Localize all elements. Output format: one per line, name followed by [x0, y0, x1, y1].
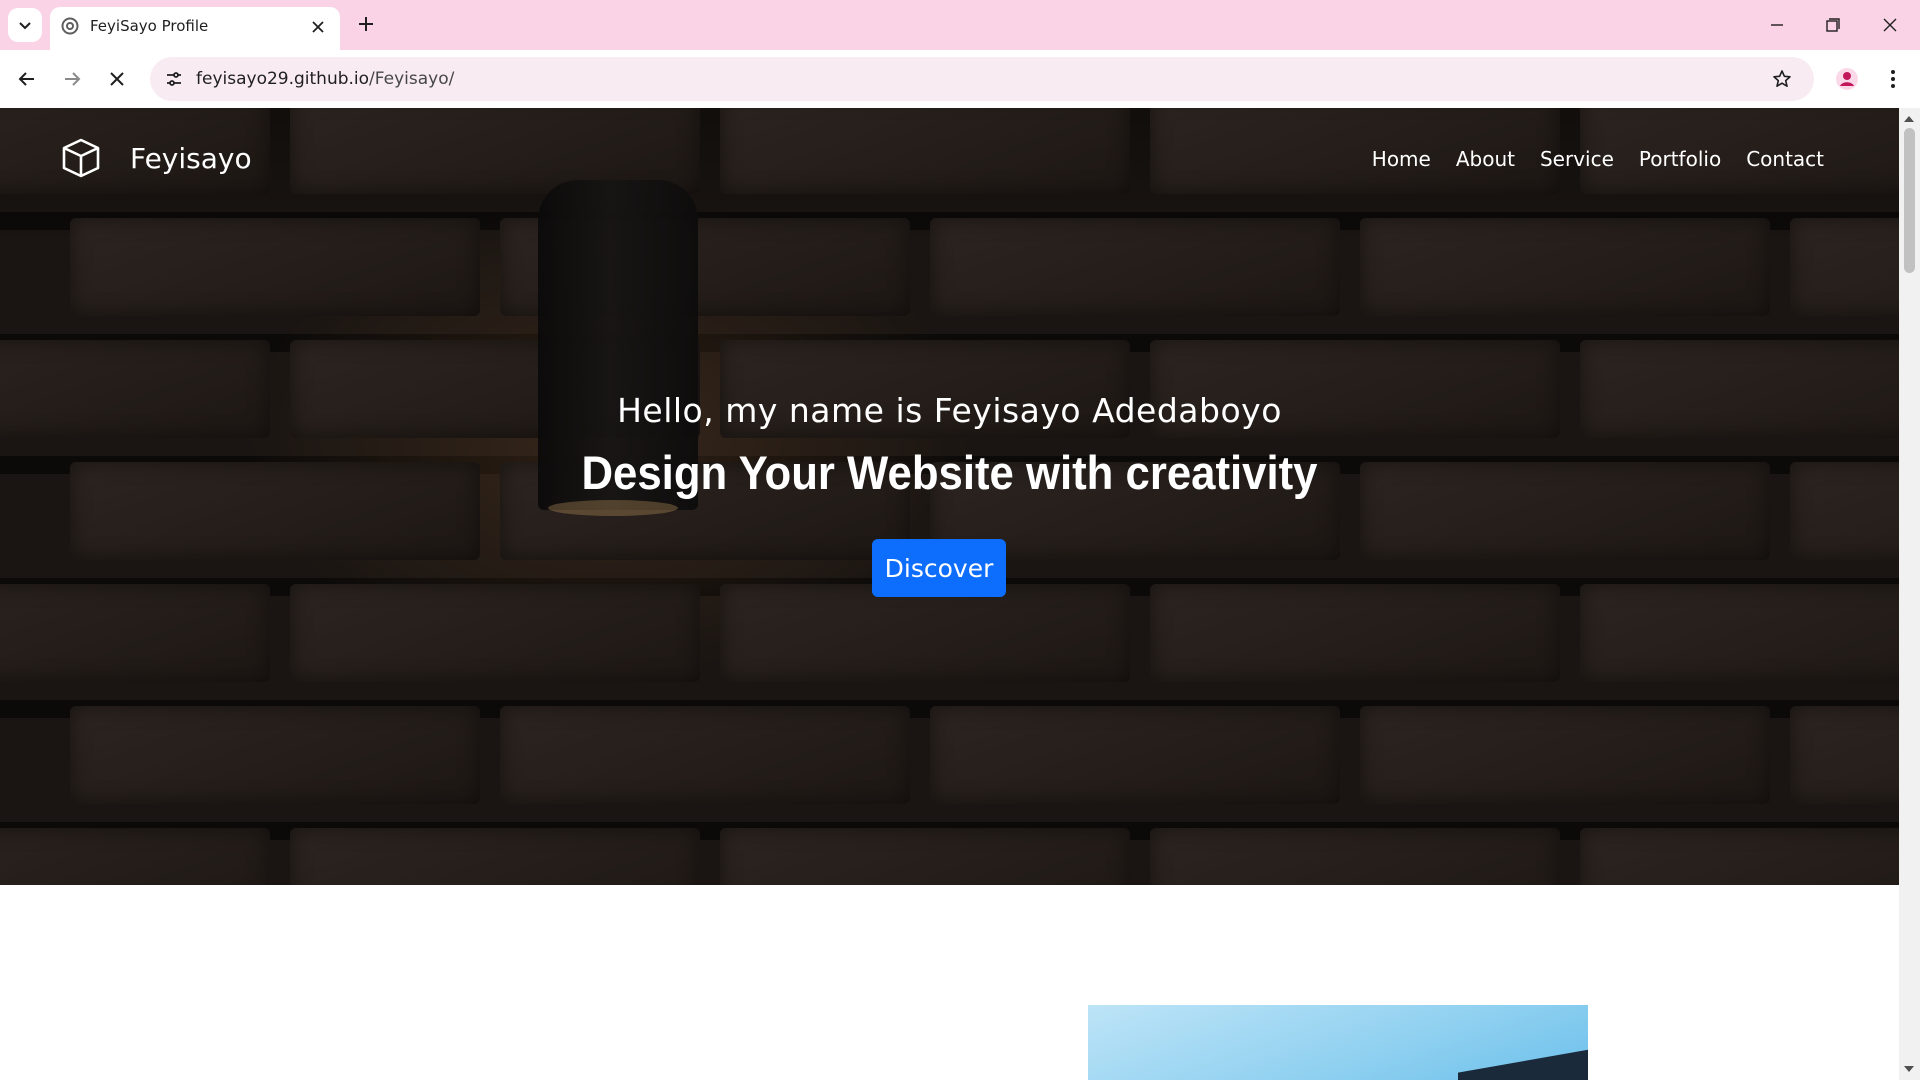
hero-title: Design Your Website with creativity: [581, 446, 1318, 499]
forward-arrow-icon: [65, 72, 81, 86]
brick: [1360, 218, 1770, 316]
brick: [290, 828, 700, 885]
about-image: [1088, 1005, 1588, 1080]
lamp-glow: [548, 500, 678, 516]
bookmark-button[interactable]: [1768, 65, 1796, 93]
url-path: /Feyisayo/: [369, 69, 455, 89]
discover-button[interactable]: Discover: [872, 539, 1006, 597]
close-icon: [312, 21, 324, 33]
nav-contact[interactable]: Contact: [1746, 147, 1824, 171]
cube-logo-icon[interactable]: [60, 137, 102, 179]
hero-section: Feyisayo Home About Service Portfolio Co…: [0, 108, 1899, 885]
minimize-button[interactable]: [1762, 10, 1792, 40]
brick: [720, 828, 1130, 885]
tab-title: FeyiSayo Profile: [90, 17, 209, 35]
brick: [1360, 706, 1770, 804]
page-scrollbar[interactable]: [1899, 108, 1920, 1080]
window-close-button[interactable]: [1875, 10, 1905, 40]
minimize-icon: [1771, 24, 1783, 26]
browser-toolbar: feyisayo29.github.io/Feyisayo/: [0, 50, 1920, 108]
brick: [930, 706, 1340, 804]
brick: [1580, 584, 1899, 682]
site-navbar: Feyisayo Home About Service Portfolio Co…: [0, 108, 1899, 208]
kebab-menu-icon: [1891, 70, 1895, 88]
brick: [1580, 828, 1899, 885]
plus-icon: [359, 17, 373, 31]
tab-search-button[interactable]: [8, 8, 42, 42]
brick: [1150, 828, 1560, 885]
brick: [0, 828, 270, 885]
page-viewport: Feyisayo Home About Service Portfolio Co…: [0, 108, 1899, 1080]
back-button[interactable]: [10, 62, 44, 96]
brick: [500, 706, 910, 804]
brick-row: [0, 822, 1899, 885]
new-tab-button[interactable]: [353, 11, 379, 37]
nav-service[interactable]: Service: [1540, 147, 1614, 171]
profile-icon: [1836, 68, 1858, 90]
restore-icon: [1826, 18, 1840, 32]
site-info-button[interactable]: [160, 65, 188, 93]
brick: [70, 218, 480, 316]
brick: [930, 218, 1340, 316]
tab-close-button[interactable]: [306, 15, 330, 39]
back-arrow-icon: [18, 72, 34, 86]
url-domain: feyisayo29.github.io: [196, 69, 370, 89]
brick-row: [0, 700, 1899, 804]
browser-tab-strip: FeyiSayo Profile: [0, 0, 1920, 50]
nav-portfolio[interactable]: Portfolio: [1639, 147, 1721, 171]
brick: [290, 584, 700, 682]
forward-button[interactable]: [55, 62, 89, 96]
profile-button[interactable]: [1830, 62, 1864, 96]
nav-menu: Home About Service Portfolio Contact: [1372, 147, 1824, 171]
brick: [1790, 706, 1899, 804]
about-image-roof: [1458, 1037, 1588, 1080]
star-icon: [1773, 70, 1791, 87]
brick: [720, 584, 1130, 682]
tab-search-icon: [19, 22, 31, 30]
stop-loading-button[interactable]: [100, 62, 134, 96]
brick: [70, 706, 480, 804]
browser-menu-button[interactable]: [1876, 62, 1910, 96]
url-text[interactable]: feyisayo29.github.io/Feyisayo/: [196, 69, 454, 89]
favicon-icon: [61, 17, 79, 35]
nav-about[interactable]: About: [1456, 147, 1515, 171]
stop-loading-icon: [110, 72, 124, 86]
address-bar[interactable]: feyisayo29.github.io/Feyisayo/: [150, 57, 1814, 101]
window-close-icon: [1883, 18, 1897, 32]
active-tab[interactable]: FeyiSayo Profile: [50, 7, 340, 50]
scroll-up-arrow[interactable]: [1904, 116, 1914, 122]
hero-subtitle: Hello, my name is Feyisayo Adedaboyo: [617, 391, 1282, 430]
restore-button[interactable]: [1818, 10, 1848, 40]
brick: [0, 584, 270, 682]
site-brand[interactable]: Feyisayo: [130, 142, 252, 175]
nav-home[interactable]: Home: [1372, 147, 1431, 171]
brick-row: [0, 212, 1899, 316]
scroll-down-arrow[interactable]: [1904, 1066, 1914, 1072]
brick: [1790, 218, 1899, 316]
scrollbar-thumb[interactable]: [1904, 128, 1915, 273]
site-info-icon: [167, 72, 181, 86]
brick: [1150, 584, 1560, 682]
